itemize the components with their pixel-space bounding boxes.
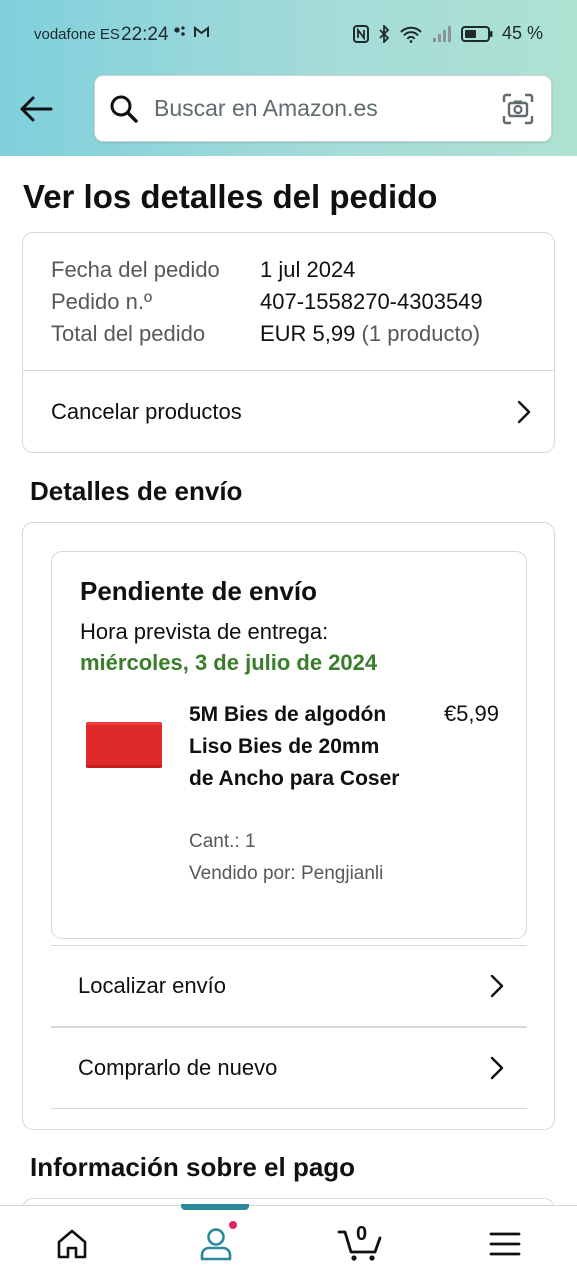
battery-percentage: 45 % [501,23,543,43]
search-icon [110,95,138,123]
signal-icon [432,25,451,42]
nfc-icon [352,24,369,43]
page-title: Ver los detalles del pedido [23,178,438,215]
home-icon [57,1229,87,1258]
status-bar: vodafone ES 22:24 45 % [0,0,577,72]
order-total-label: Total del pedido [51,321,206,346]
clock: 22:24 [121,24,169,45]
bluetooth-icon [379,24,390,43]
product-seller: Vendido por: Pengjianli [189,863,384,884]
shipment-card: Pendiente de envío Hora prevista de entr… [51,551,527,939]
order-summary-card: Fecha del pedido 1 jul 2024 Pedido n.º 4… [22,232,555,453]
order-date-label: Fecha del pedido [51,257,220,282]
battery-icon [460,25,493,42]
app-header: vodafone ES 22:24 45 % [0,0,577,156]
order-product-count: (1 producto) [361,321,481,346]
chevron-right-icon [490,1056,504,1080]
back-arrow-icon [20,96,53,122]
cancel-products-label: Cancelar productos [51,399,242,424]
buy-again-link[interactable]: Comprarlo de nuevo [78,1028,506,1108]
shipment-status: Pendiente de envío [80,576,317,606]
order-date-value: 1 jul 2024 [260,257,356,282]
gmail-icon [194,25,209,37]
shipping-section-title: Detalles de envío [30,476,243,506]
chevron-right-icon [490,974,504,998]
menu-icon [489,1232,521,1255]
chevron-right-icon [517,400,531,424]
search-bar[interactable] [94,75,552,142]
nav-account[interactable] [144,1206,288,1280]
nav-menu[interactable] [433,1206,577,1280]
order-total-amount: EUR 5,99 [260,321,356,346]
carrier-name: vodafone ES [34,26,120,43]
product-image[interactable] [86,722,162,768]
track-shipment-label: Localizar envío [78,973,226,998]
shipping-card: Pendiente de envío Hora prevista de entr… [22,522,555,1130]
delivery-estimate-label: Hora prevista de entrega: [80,619,329,644]
system-icons: 45 % [352,23,543,44]
notification-icons [173,25,210,39]
buy-again-label: Comprarlo de nuevo [78,1055,278,1080]
product-quantity: Cant.: 1 [189,831,256,852]
order-total-value: EUR 5,99 (1 producto) [260,321,480,347]
delivery-estimate-date: miércoles, 3 de julio de 2024 [80,650,378,675]
payment-section-title: Información sobre el pago [30,1152,356,1182]
camera-search-icon[interactable] [501,92,535,126]
search-input[interactable] [154,76,484,141]
wifi-icon [400,26,422,43]
cancel-products-link[interactable]: Cancelar productos [51,371,533,453]
track-shipment-link[interactable]: Localizar envío [78,946,506,1026]
divider [51,1108,527,1109]
cart-count: 0 [356,1223,368,1245]
nav-home[interactable] [0,1206,144,1280]
product-price: €5,99 [443,701,499,726]
order-number-value: 407-1558270-4303549 [260,289,483,314]
notification-dot [227,1219,239,1231]
assistant-dots-icon [174,26,185,36]
product-title[interactable]: 5M Bies de algodón Liso Bies de 20mm de … [189,699,409,795]
order-number-label: Pedido n.º [51,289,152,314]
back-button[interactable] [16,90,56,128]
account-icon [200,1227,232,1260]
bottom-nav: 0 [0,1204,577,1280]
